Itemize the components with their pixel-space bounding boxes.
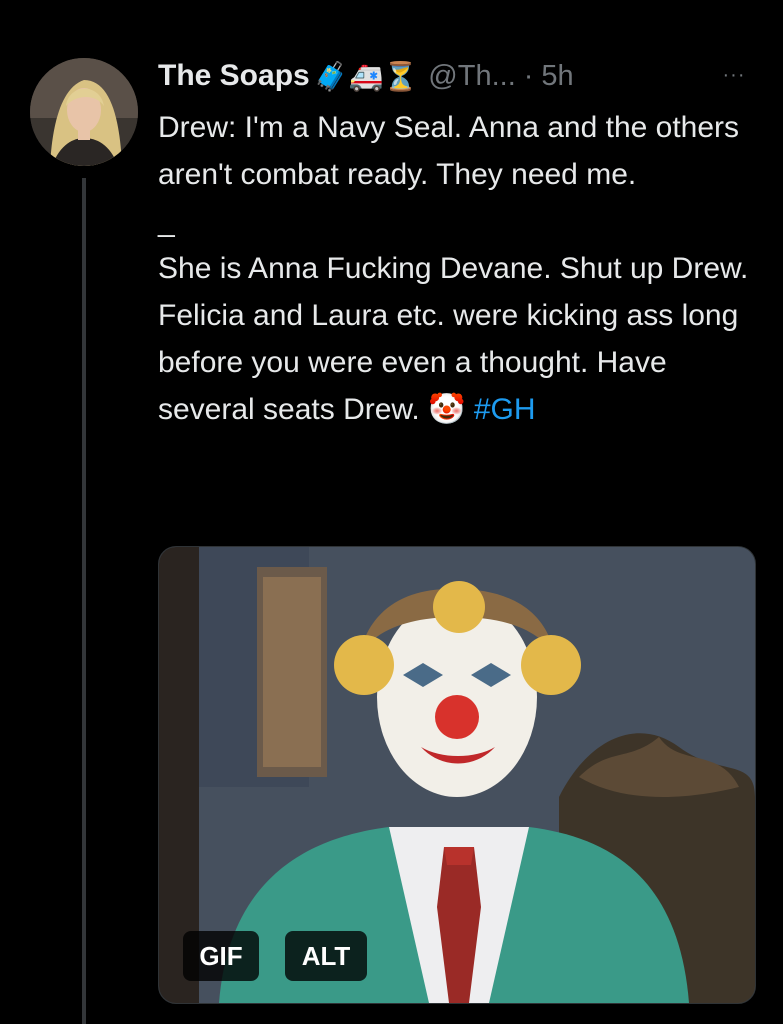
author-handle[interactable]: @Th...: [428, 60, 515, 93]
more-horizontal-icon: ···: [722, 63, 746, 86]
header-separator: ·: [523, 59, 534, 92]
user-avatar-image: [30, 58, 138, 166]
author-display-name[interactable]: The Soaps: [158, 59, 310, 93]
thread-line: [82, 178, 86, 1024]
hashtag-link[interactable]: #GH: [474, 393, 536, 426]
alt-text-button[interactable]: ALT: [285, 931, 367, 981]
tweet-text: Drew: I'm a Navy Seal. Anna and the othe…: [158, 104, 758, 433]
tweet-container[interactable]: The Soaps 🧳🚑⏳ @Th... · 5h ··· Drew: I'm …: [0, 0, 783, 1024]
gif-badge[interactable]: GIF: [183, 931, 259, 981]
clown-emoji: 🤡: [428, 393, 466, 426]
tweet-media-gif[interactable]: GIF ALT: [158, 546, 756, 1004]
tweet-paragraph: She is Anna Fucking Devane. Shut up Drew…: [158, 245, 758, 433]
author-avatar[interactable]: [30, 58, 138, 166]
more-options-button[interactable]: ···: [712, 60, 756, 90]
tweet-paragraph: Drew: I'm a Navy Seal. Anna and the othe…: [158, 111, 740, 191]
tweet-paragraph: _: [158, 205, 175, 238]
tweet-timestamp[interactable]: 5h: [541, 60, 573, 93]
author-name-emojis: 🧳🚑⏳: [313, 59, 419, 93]
tweet-header: The Soaps 🧳🚑⏳ @Th... · 5h: [158, 56, 574, 96]
